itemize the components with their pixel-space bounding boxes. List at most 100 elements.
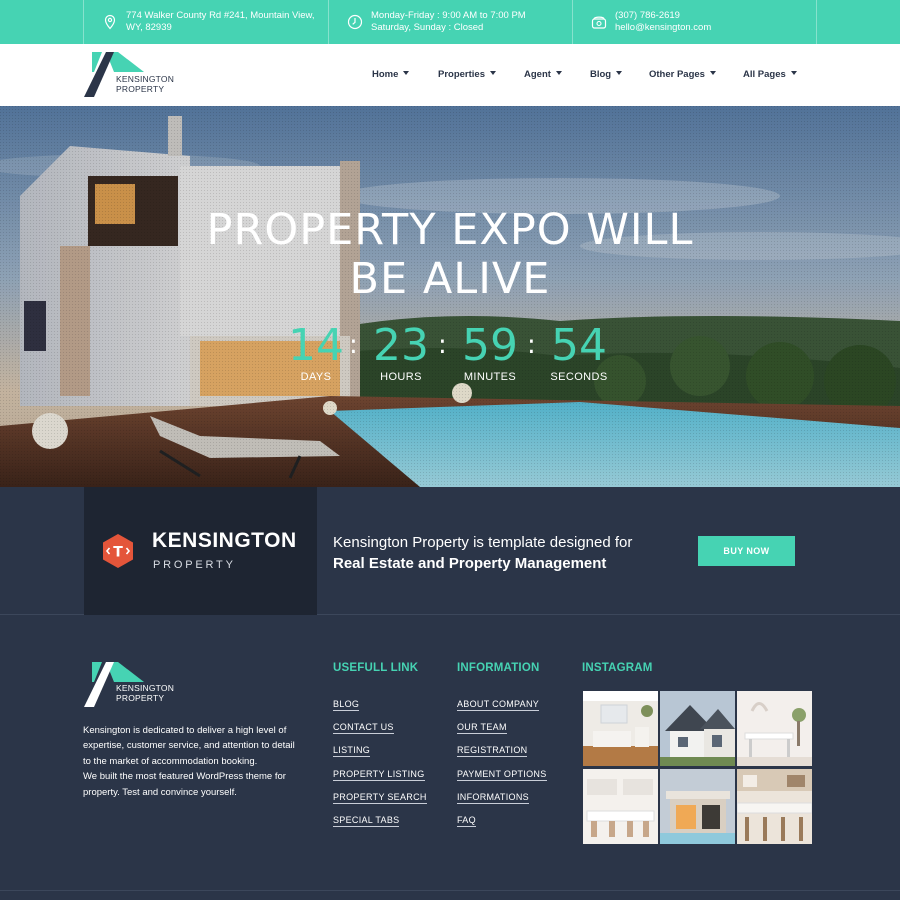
about-line: property. Test and convince yourself. bbox=[83, 786, 237, 798]
footer-link-item: LISTING bbox=[333, 739, 427, 762]
countdown-minutes-value: 59 bbox=[462, 320, 518, 371]
footer-link-informations[interactable]: INFORMATIONS bbox=[457, 791, 529, 804]
buy-now-button[interactable]: BUY NOW bbox=[698, 536, 795, 566]
countdown-separator: : bbox=[438, 330, 447, 360]
footer-link-our-team[interactable]: OUR TEAM bbox=[457, 722, 507, 735]
hours-block: Monday-Friday : 9:00 AM to 7:00 PM Satur… bbox=[328, 0, 572, 44]
promo-band: T KENSINGTON PROPERTY Kensington Propert… bbox=[0, 487, 900, 615]
countdown-days-label: DAYS bbox=[300, 371, 332, 383]
countdown-seconds-value: 54 bbox=[551, 320, 607, 371]
countdown-seconds: 54 SECONDS bbox=[539, 320, 619, 384]
footer-logo[interactable]: KENSINGTON PROPERTY bbox=[84, 662, 184, 708]
footer-about-text: Kensington is dedicated to deliver a hig… bbox=[83, 723, 318, 800]
promo-text-line-1: Kensington Property is template designed… bbox=[333, 534, 633, 551]
footer-link-property-search[interactable]: PROPERTY SEARCH bbox=[333, 791, 427, 804]
information-title: INFORMATION bbox=[457, 662, 540, 674]
countdown-minutes-label: MINUTES bbox=[463, 371, 517, 383]
instagram-photo[interactable] bbox=[660, 769, 735, 844]
footer-link-item: PROPERTY SEARCH bbox=[333, 786, 427, 809]
promo-text: Kensington Property is template designed… bbox=[333, 532, 693, 574]
address-line-2: WY, 82939 bbox=[126, 22, 172, 33]
address-line-1: 774 Walker County Rd #241, Mountain View… bbox=[126, 10, 315, 21]
about-line: Kensington is dedicated to deliver a hig… bbox=[83, 725, 287, 736]
footer-link-item: FAQ bbox=[457, 809, 547, 832]
template-brand-icon: T bbox=[103, 534, 133, 568]
instagram-photo[interactable] bbox=[737, 691, 812, 766]
promo-brand-block: T KENSINGTON PROPERTY bbox=[84, 487, 317, 615]
phone-icon bbox=[591, 14, 607, 30]
footer-link-payment-options[interactable]: PAYMENT OPTIONS bbox=[457, 768, 547, 781]
hours-weekend: Saturday, Sunday : Closed bbox=[371, 22, 484, 33]
promo-text-line-2: Real Estate and Property Management bbox=[333, 555, 607, 572]
top-info-bar: 774 Walker County Rd #241, Mountain View… bbox=[0, 0, 900, 44]
countdown-minutes: 59 MINUTES bbox=[450, 320, 530, 384]
footer-link-about-company[interactable]: ABOUT COMPANY bbox=[457, 699, 540, 711]
countdown-seconds-label: SECONDS bbox=[550, 371, 608, 383]
nav-properties[interactable]: Properties bbox=[438, 69, 496, 80]
nav-all-pages-label: All Pages bbox=[743, 69, 786, 80]
caret-down-icon bbox=[490, 71, 496, 76]
useful-links-list: BLOG CONTACT US LISTING PROPERTY LISTING… bbox=[333, 693, 427, 832]
footer-link-item: PAYMENT OPTIONS bbox=[457, 763, 547, 786]
caret-down-icon bbox=[403, 71, 410, 76]
instagram-photo[interactable] bbox=[583, 769, 658, 844]
information-links-list: ABOUT COMPANY OUR TEAM REGISTRATION PAYM… bbox=[457, 693, 547, 832]
nav-blog-label: Blog bbox=[590, 69, 612, 80]
footer-link-registration[interactable]: REGISTRATION bbox=[457, 745, 528, 758]
nav-home[interactable]: Home bbox=[372, 69, 410, 80]
hero-banner: PROPERTY EXPO WILL BE ALIVE 14 DAYS : 23… bbox=[0, 106, 900, 487]
nav-agent-label: Agent bbox=[524, 69, 551, 80]
footer-link-contact-us[interactable]: CONTACT US bbox=[333, 722, 394, 735]
contact-block: (307) 786-2619 hello@kensington.com bbox=[572, 0, 817, 44]
site-footer: KENSINGTON PROPERTY Kensington is dedica… bbox=[0, 615, 900, 900]
email-address[interactable]: hello@kensington.com bbox=[615, 22, 711, 34]
hours-weekdays: Monday-Friday : 9:00 AM to 7:00 PM bbox=[371, 10, 526, 21]
countdown-days-value: 14 bbox=[288, 320, 344, 371]
countdown-hours-value: 23 bbox=[373, 320, 429, 371]
hero-title: PROPERTY EXPO WILL BE ALIVE bbox=[100, 206, 800, 304]
countdown-separator: : bbox=[527, 330, 536, 360]
footer-link-item: REGISTRATION bbox=[457, 739, 547, 762]
nav-other-pages[interactable]: Other Pages bbox=[649, 69, 716, 80]
footer-link-item: OUR TEAM bbox=[457, 716, 547, 739]
promo-brand-name: KENSINGTON bbox=[152, 529, 297, 552]
footer-link-item: CONTACT US bbox=[333, 716, 427, 739]
countdown-separator: : bbox=[349, 330, 358, 360]
footer-link-property-listing[interactable]: PROPERTY LISTING bbox=[333, 768, 425, 781]
hero-title-line-1: PROPERTY EXPO WILL bbox=[206, 205, 694, 255]
nav-properties-label: Properties bbox=[438, 69, 485, 80]
instagram-photo[interactable] bbox=[583, 691, 658, 766]
footer-divider bbox=[0, 890, 900, 891]
countdown-hours-label: HOURS bbox=[380, 371, 422, 383]
instagram-photo[interactable] bbox=[737, 769, 812, 844]
instagram-gallery bbox=[583, 691, 813, 844]
footer-link-item: ABOUT COMPANY bbox=[457, 693, 547, 716]
footer-link-faq[interactable]: FAQ bbox=[457, 815, 476, 828]
main-navbar: KENSINGTON PROPERTY Home Properties Agen… bbox=[0, 44, 900, 106]
about-line: We built the most featured WordPress the… bbox=[83, 771, 286, 783]
footer-logo-line-2: PROPERTY bbox=[116, 693, 165, 703]
caret-down-icon bbox=[555, 71, 562, 76]
footer-link-item: PROPERTY LISTING bbox=[333, 763, 427, 786]
footer-link-blog[interactable]: BLOG bbox=[333, 699, 360, 711]
footer-link-item: INFORMATIONS bbox=[457, 786, 547, 809]
promo-brand-sub: PROPERTY bbox=[153, 559, 236, 571]
svg-text:T: T bbox=[113, 545, 123, 561]
footer-link-special-tabs[interactable]: SPECIAL TABS bbox=[333, 815, 400, 828]
nav-home-label: Home bbox=[372, 69, 399, 80]
phone-number[interactable]: (307) 786-2619 bbox=[615, 10, 711, 22]
logo-line-2: PROPERTY bbox=[116, 84, 165, 94]
footer-link-listing[interactable]: LISTING bbox=[333, 745, 371, 758]
footer-link-item: BLOG bbox=[333, 693, 427, 716]
instagram-photo[interactable] bbox=[660, 691, 735, 766]
hero-title-line-2: BE ALIVE bbox=[349, 254, 551, 304]
site-logo[interactable]: KENSINGTON PROPERTY bbox=[84, 52, 184, 98]
nav-all-pages[interactable]: All Pages bbox=[743, 69, 797, 80]
nav-blog[interactable]: Blog bbox=[590, 69, 623, 80]
logo-line-1: KENSINGTON bbox=[116, 74, 175, 84]
caret-down-icon bbox=[790, 71, 797, 76]
nav-agent[interactable]: Agent bbox=[524, 69, 562, 80]
about-line: expertise, customer service, and attenti… bbox=[83, 740, 295, 752]
footer-link-item: SPECIAL TABS bbox=[333, 809, 427, 832]
about-line: to the market of accommodation booking. bbox=[83, 755, 258, 767]
